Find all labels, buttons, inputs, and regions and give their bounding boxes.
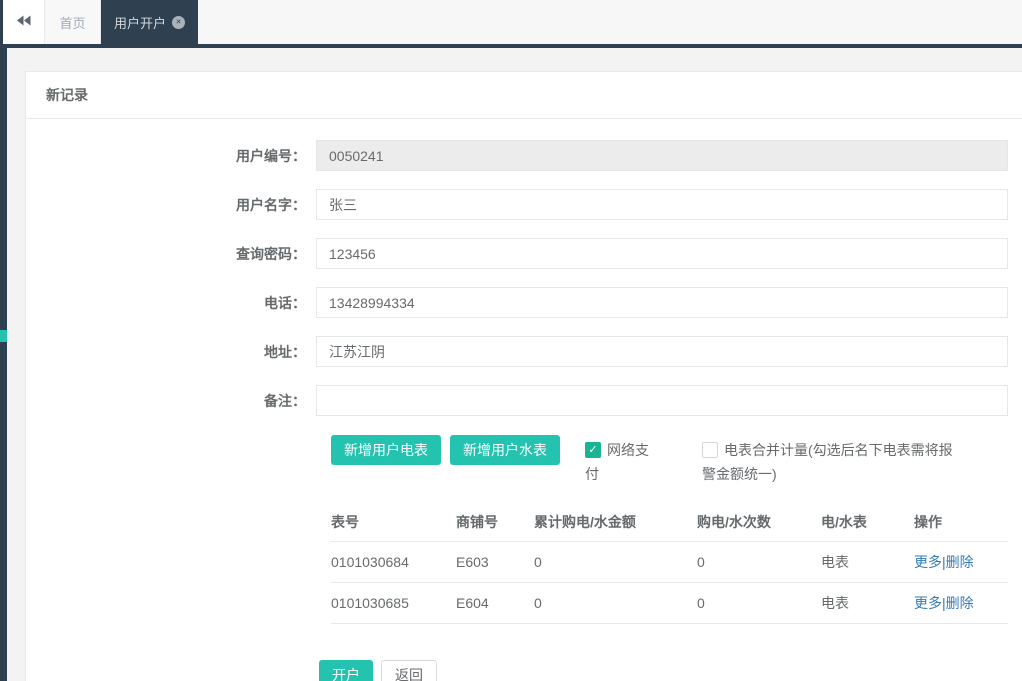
header-meter-type: 电/水表 xyxy=(821,502,914,542)
tab-close-icon[interactable] xyxy=(172,15,185,29)
address-label: 地址： xyxy=(264,343,306,360)
account-form: 用户编号： 用户名字： 查询密码： 电话： 地址： 备注： 新增用户电表 新增用… xyxy=(26,119,1022,681)
remark-label: 备注： xyxy=(264,392,306,409)
phone-input[interactable] xyxy=(316,287,1008,318)
address-row: 地址： xyxy=(26,336,1022,367)
delete-link[interactable]: 删除 xyxy=(946,595,974,611)
cell-meter-type: 电表 xyxy=(821,541,914,583)
double-left-arrow-icon xyxy=(16,13,31,31)
add-electric-meter-button[interactable]: 新增用户电表 xyxy=(331,435,441,465)
query-password-input[interactable] xyxy=(316,238,1008,269)
network-payment-checkbox[interactable] xyxy=(585,442,601,458)
user-name-row: 用户名字： xyxy=(26,189,1022,220)
remark-input[interactable] xyxy=(316,385,1008,416)
cell-purchase-times: 0 xyxy=(697,582,821,624)
user-number-input xyxy=(316,140,1008,171)
cell-shop-no: E604 xyxy=(456,582,534,624)
query-password-row: 查询密码： xyxy=(26,238,1022,269)
header-shop-no: 商铺号 xyxy=(456,502,534,542)
header-meter-no: 表号 xyxy=(331,502,456,542)
remark-row: 备注： xyxy=(26,385,1022,416)
header-total-amount: 累计购电/水金额 xyxy=(534,502,697,542)
tabbar-bottom-strip xyxy=(0,44,1022,48)
cell-meter-type: 电表 xyxy=(821,582,914,624)
table-row: 0101030685 E604 0 0 电表 更多|删除 xyxy=(331,582,1008,624)
delete-link[interactable]: 删除 xyxy=(946,554,974,570)
table-row: 0101030684 E603 0 0 电表 更多|删除 xyxy=(331,541,1008,583)
cell-total-amount: 0 xyxy=(534,541,697,583)
phone-row: 电话： xyxy=(26,287,1022,318)
back-button[interactable]: 返回 xyxy=(381,660,437,681)
header-purchase-times: 购电/水次数 xyxy=(697,502,821,542)
phone-label: 电话： xyxy=(264,294,306,311)
cell-purchase-times: 0 xyxy=(697,541,821,583)
tab-home-label: 首页 xyxy=(59,15,86,31)
query-password-label: 查询密码： xyxy=(236,245,306,262)
sidebar-collapsed-strip xyxy=(0,0,7,681)
meter-actions-row: 新增用户电表 新增用户水表 网络支付 电表合并计量(勾选后名下电表需将报警金额统… xyxy=(331,435,1022,486)
merge-metering-label: 电表合并计量(勾选后名下电表需将报警金额统一) xyxy=(702,442,953,482)
open-account-button[interactable]: 开户 xyxy=(319,660,373,681)
merge-metering-option[interactable]: 电表合并计量(勾选后名下电表需将报警金额统一) xyxy=(702,438,962,486)
tab-active-label: 用户开户 xyxy=(113,15,166,31)
header-operations: 操作 xyxy=(914,502,1008,542)
cell-meter-no: 0101030685 xyxy=(331,582,456,624)
user-name-label: 用户名字： xyxy=(236,196,306,213)
tab-bar: 首页 用户开户 xyxy=(3,0,1022,44)
user-name-input[interactable] xyxy=(316,189,1008,220)
new-record-panel: 新记录 用户编号： 用户名字： 查询密码： 电话： 地址： 备注： 新增用户电表 xyxy=(25,71,1022,681)
more-link[interactable]: 更多 xyxy=(914,595,942,611)
tab-user-account-open[interactable]: 用户开户 xyxy=(101,0,198,44)
cell-operations: 更多|删除 xyxy=(914,582,1008,624)
cell-total-amount: 0 xyxy=(534,582,697,624)
form-footer: 开户 返回 xyxy=(319,660,1022,681)
cell-operations: 更多|删除 xyxy=(914,541,1008,583)
more-link[interactable]: 更多 xyxy=(914,554,942,570)
tab-home[interactable]: 首页 xyxy=(45,0,101,44)
user-number-row: 用户编号： xyxy=(26,140,1022,171)
add-water-meter-button[interactable]: 新增用户水表 xyxy=(450,435,560,465)
panel-title: 新记录 xyxy=(26,72,1022,119)
address-input[interactable] xyxy=(316,336,1008,367)
table-header-row: 表号 商铺号 累计购电/水金额 购电/水次数 电/水表 操作 xyxy=(331,502,1008,542)
user-number-label: 用户编号： xyxy=(236,147,306,164)
cell-meter-no: 0101030684 xyxy=(331,541,456,583)
cell-shop-no: E603 xyxy=(456,541,534,583)
network-payment-option[interactable]: 网络支付 xyxy=(585,438,655,486)
sidebar-accent-marker xyxy=(0,330,7,342)
collapse-sidebar-button[interactable] xyxy=(3,0,45,44)
meters-table: 表号 商铺号 累计购电/水金额 购电/水次数 电/水表 操作 010103068… xyxy=(331,502,1008,624)
merge-metering-checkbox[interactable] xyxy=(702,442,718,458)
